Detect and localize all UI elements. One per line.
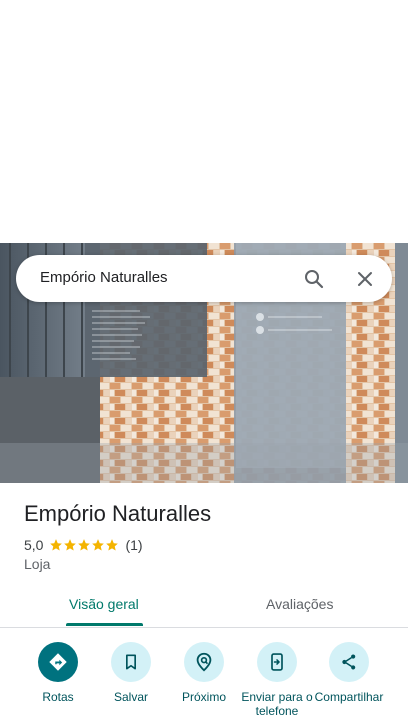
save-label: Salvar	[113, 690, 148, 704]
rating-value: 5,0	[24, 537, 44, 553]
star-icon	[78, 539, 91, 551]
star-icon	[50, 539, 63, 551]
search-input[interactable]: Empório Naturalles	[40, 269, 168, 286]
bookmark-icon	[111, 642, 151, 682]
place-category: Loja	[24, 556, 51, 572]
search-bar[interactable]: Empório Naturalles	[16, 255, 392, 302]
star-rating	[49, 538, 119, 552]
send-to-phone-button[interactable]: Enviar para o telefone	[241, 642, 313, 726]
place-title: Empório Naturalles	[24, 501, 212, 526]
send-to-phone-icon	[257, 642, 297, 682]
nearby-icon	[184, 642, 224, 682]
tab-reviews[interactable]: Avaliações	[266, 596, 333, 612]
share-icon	[329, 642, 369, 682]
active-tab-indicator	[66, 623, 143, 626]
nearby-label: Próximo	[181, 690, 226, 704]
tab-divider	[0, 627, 408, 628]
directions-icon	[38, 642, 78, 682]
save-button[interactable]: Salvar	[95, 642, 167, 726]
directions-label: Rotas	[42, 690, 74, 704]
directions-button[interactable]: Rotas	[22, 642, 94, 726]
tab-overview[interactable]: Visão geral	[69, 596, 139, 612]
star-icon	[92, 539, 105, 551]
rating-row[interactable]: 5,0 (1)	[24, 536, 143, 554]
close-icon[interactable]	[353, 267, 377, 291]
share-button[interactable]: Compartilhar	[313, 642, 385, 726]
share-label: Compartilhar	[314, 690, 384, 704]
star-icon	[64, 539, 77, 551]
star-icon	[106, 539, 119, 551]
map-area[interactable]	[0, 0, 408, 243]
send-to-phone-label: Enviar para o telefone	[241, 690, 313, 718]
review-count[interactable]: (1)	[125, 537, 142, 553]
nearby-button[interactable]: Próximo	[168, 642, 240, 726]
search-icon[interactable]	[302, 267, 326, 291]
